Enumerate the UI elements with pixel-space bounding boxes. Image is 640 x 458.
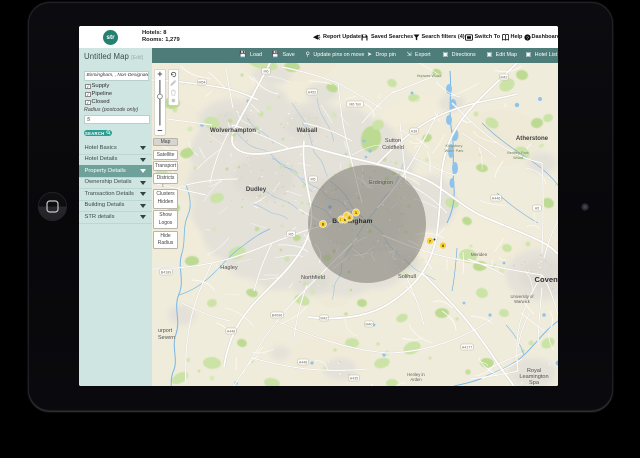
svg-text:Kingsbury: Kingsbury [446,144,463,148]
svg-text:Severn: Severn [158,335,175,341]
svg-text:Atherstone: Atherstone [516,135,549,142]
svg-text:B4096: B4096 [272,314,282,318]
svg-text:M42: M42 [501,76,508,80]
svg-text:?: ? [526,35,529,41]
svg-text:A452: A452 [308,91,316,95]
svg-text:Dudley: Dudley [246,186,267,193]
svg-text:Coventry: Coventry [535,275,558,284]
svg-text:Bentley Park: Bentley Park [507,151,529,155]
svg-text:A435: A435 [350,377,358,381]
svg-text:M40: M40 [366,323,373,327]
svg-text:Walsall: Walsall [297,127,318,134]
svg-text:Coldfield: Coldfield [382,145,404,151]
svg-text:M5: M5 [311,178,316,182]
svg-text:Sutton: Sutton [385,138,401,144]
svg-text:Arden: Arden [410,377,422,382]
svg-text:M6 Toll: M6 Toll [349,103,361,107]
svg-text:A446: A446 [492,197,500,201]
svg-text:M5: M5 [289,233,294,237]
svg-text:M42: M42 [321,317,328,321]
svg-text:Warwick: Warwick [514,299,531,304]
svg-text:A448: A448 [299,361,307,365]
svg-text:Wolverhampton: Wolverhampton [210,127,256,134]
svg-text:Northfield: Northfield [301,275,325,281]
svg-text:Wood: Wood [513,156,523,160]
svg-text:M6: M6 [264,70,269,74]
svg-text:Erdington: Erdington [369,180,393,186]
svg-text:Spa: Spa [529,380,540,386]
svg-text:Solihull: Solihull [398,274,416,280]
svg-text:B4189: B4189 [161,271,171,275]
svg-text:Meriden: Meriden [471,252,488,257]
svg-text:urport: urport [158,328,173,334]
svg-text:A38: A38 [411,130,417,134]
svg-text:Hagley: Hagley [220,265,238,271]
svg-text:Water Park: Water Park [445,149,464,153]
svg-text:M54: M54 [199,81,206,85]
svg-text:A5: A5 [535,207,539,211]
svg-text:A448: A448 [227,330,235,334]
svg-text:Hopwas Wood: Hopwas Wood [417,74,442,78]
svg-text:A4177: A4177 [462,346,472,350]
